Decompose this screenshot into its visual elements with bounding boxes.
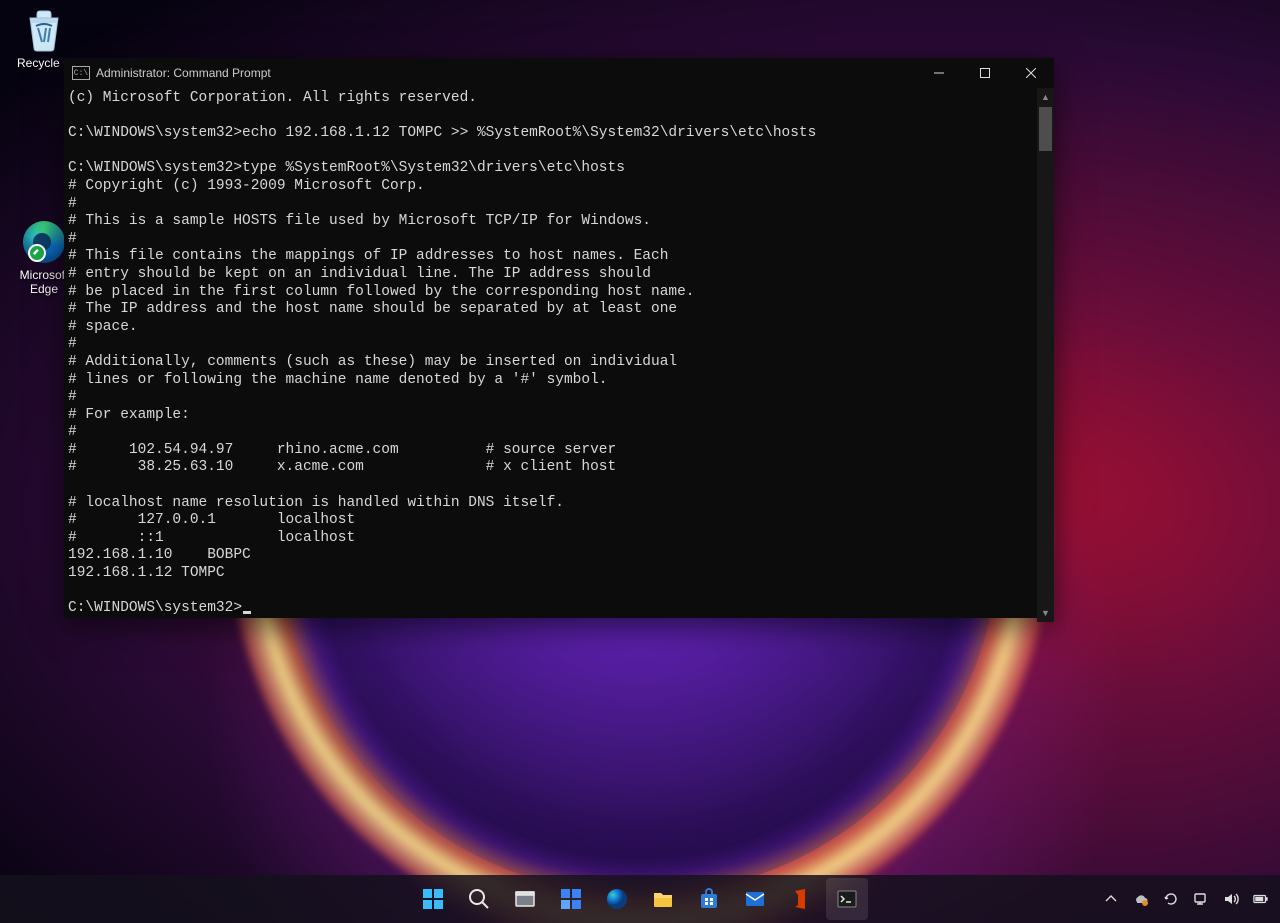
taskbar-widgets[interactable] <box>550 878 592 920</box>
scroll-down-button[interactable]: ▼ <box>1037 605 1054 622</box>
taskbar-edge[interactable] <box>596 878 638 920</box>
window-title: Administrator: Command Prompt <box>96 66 271 80</box>
battery-icon[interactable] <box>1252 890 1270 908</box>
network-icon[interactable] <box>1192 890 1210 908</box>
taskbar-task-view[interactable] <box>504 878 546 920</box>
edge-icon <box>22 220 66 264</box>
command-prompt-window[interactable]: C:\ Administrator: Command Prompt (c) Mi… <box>64 58 1054 618</box>
recycle-bin-icon <box>22 8 66 52</box>
taskbar-start[interactable] <box>412 878 454 920</box>
onedrive-icon[interactable] <box>1132 890 1150 908</box>
taskbar-office[interactable] <box>780 878 822 920</box>
scroll-up-button[interactable]: ▲ <box>1037 88 1054 105</box>
status-badge-icon <box>28 244 46 262</box>
taskbar-store[interactable] <box>688 878 730 920</box>
window-titlebar[interactable]: C:\ Administrator: Command Prompt <box>64 58 1054 88</box>
system-tray[interactable] <box>1102 875 1270 923</box>
scroll-thumb[interactable] <box>1039 107 1052 151</box>
update-icon[interactable] <box>1162 890 1180 908</box>
terminal-cursor <box>243 611 251 614</box>
cmd-icon: C:\ <box>72 66 90 80</box>
taskbar-mail[interactable] <box>734 878 776 920</box>
scrollbar[interactable]: ▲ ▼ <box>1037 88 1054 622</box>
chevron-up-icon[interactable] <box>1102 890 1120 908</box>
terminal-output[interactable]: (c) Microsoft Corporation. All rights re… <box>64 88 1037 622</box>
volume-icon[interactable] <box>1222 890 1240 908</box>
minimize-button[interactable] <box>916 58 962 88</box>
taskbar-search[interactable] <box>458 878 500 920</box>
taskbar[interactable] <box>0 875 1280 923</box>
maximize-button[interactable] <box>962 58 1008 88</box>
taskbar-file-explorer[interactable] <box>642 878 684 920</box>
close-button[interactable] <box>1008 58 1054 88</box>
taskbar-command-prompt[interactable] <box>826 878 868 920</box>
